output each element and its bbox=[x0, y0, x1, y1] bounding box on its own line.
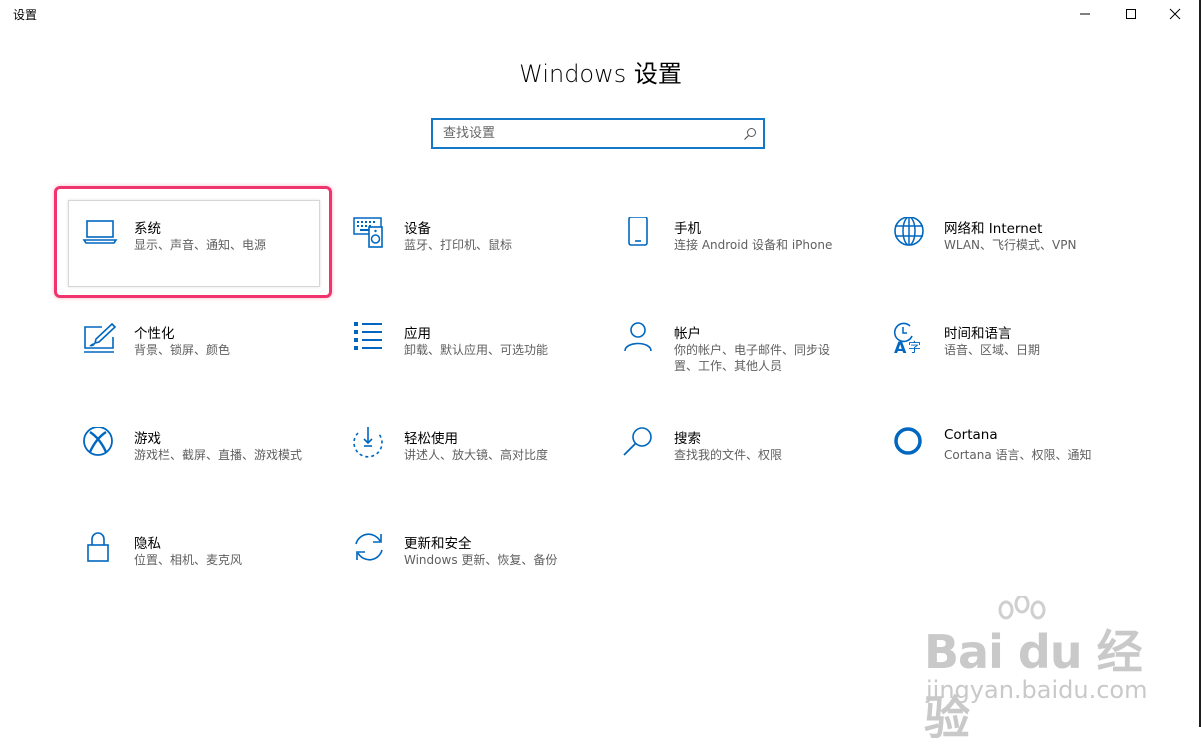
search-icon[interactable] bbox=[743, 126, 757, 145]
tile-description: 连接 Android 设备和 iPhone bbox=[674, 238, 833, 252]
tile-title: 应用 bbox=[404, 326, 431, 342]
tile-cortana[interactable]: Cortana Cortana 语言、权限、通知 bbox=[892, 427, 1142, 517]
tile-title: 手机 bbox=[674, 221, 701, 237]
tile-phone[interactable]: 手机 连接 Android 设备和 iPhone bbox=[622, 217, 872, 307]
svg-text:字: 字 bbox=[908, 341, 921, 356]
close-button[interactable] bbox=[1152, 0, 1198, 28]
minimize-button[interactable] bbox=[1062, 0, 1108, 28]
tile-description: 你的帐户、电子邮件、同步设置、工作、其他人员 bbox=[674, 343, 831, 373]
tile-personalization[interactable]: 个性化 背景、锁屏、颜色 bbox=[82, 322, 332, 412]
minimize-icon bbox=[1080, 13, 1090, 15]
tile-ease-of-access[interactable]: 轻松使用 讲述人、放大镜、高对比度 bbox=[352, 427, 602, 517]
tile-title: 搜索 bbox=[674, 431, 701, 447]
tile-description: 语音、区域、日期 bbox=[944, 343, 1041, 357]
tile-title: 轻松使用 bbox=[404, 431, 458, 447]
tile-description: 蓝牙、打印机、鼠标 bbox=[404, 238, 513, 252]
tile-description: Windows 更新、恢复、备份 bbox=[404, 553, 558, 567]
tile-description: Cortana 语言、权限、通知 bbox=[944, 448, 1092, 462]
lock-icon bbox=[82, 532, 122, 572]
tile-title: 系统 bbox=[134, 221, 161, 237]
tile-update-security[interactable]: 更新和安全 Windows 更新、恢复、备份 bbox=[352, 532, 602, 622]
tile-network[interactable]: 网络和 Internet WLAN、飞行模式、VPN bbox=[892, 217, 1142, 307]
search-box[interactable] bbox=[431, 118, 765, 149]
tile-time-language[interactable]: A字 时间和语言 语音、区域、日期 bbox=[892, 322, 1142, 412]
watermark-url: jingyan.baidu.com bbox=[926, 676, 1148, 704]
maximize-icon bbox=[1126, 9, 1136, 19]
cortana-icon bbox=[892, 427, 932, 467]
tile-title: 帐户 bbox=[674, 326, 701, 342]
sync-icon bbox=[352, 532, 392, 572]
ease-of-access-icon bbox=[352, 427, 392, 467]
tile-description: 位置、相机、麦克风 bbox=[134, 553, 243, 567]
tile-description: 讲述人、放大镜、高对比度 bbox=[404, 448, 549, 462]
apps-list-icon bbox=[352, 322, 392, 362]
maximize-button[interactable] bbox=[1108, 0, 1154, 28]
tile-description: 显示、声音、通知、电源 bbox=[134, 238, 267, 252]
window-title: 设置 bbox=[13, 8, 38, 22]
person-icon bbox=[622, 322, 662, 362]
time-language-icon: A字 bbox=[892, 322, 932, 362]
tile-title: 游戏 bbox=[134, 431, 161, 447]
xbox-icon bbox=[82, 427, 122, 467]
tile-description: 查找我的文件、权限 bbox=[674, 448, 783, 462]
tile-description: 背景、锁屏、颜色 bbox=[134, 343, 231, 357]
tile-title: 设备 bbox=[404, 221, 431, 237]
tile-devices[interactable]: 设备 蓝牙、打印机、鼠标 bbox=[352, 217, 602, 307]
tile-gaming[interactable]: 游戏 游戏栏、截屏、直播、游戏模式 bbox=[82, 427, 332, 517]
tile-apps[interactable]: 应用 卸载、默认应用、可选功能 bbox=[352, 322, 602, 412]
tile-privacy[interactable]: 隐私 位置、相机、麦克风 bbox=[82, 532, 332, 622]
tile-title: 网络和 Internet bbox=[944, 221, 1043, 237]
page-title: Windows 设置 bbox=[519, 60, 682, 88]
tile-description: 卸载、默认应用、可选功能 bbox=[404, 343, 549, 357]
magnifier-icon bbox=[622, 427, 662, 467]
close-icon bbox=[1169, 8, 1181, 20]
tile-title: 时间和语言 bbox=[944, 326, 1012, 342]
keyboard-speaker-icon bbox=[352, 217, 392, 257]
svg-text:A: A bbox=[894, 338, 907, 357]
search-input[interactable] bbox=[443, 124, 733, 143]
tile-description: 游戏栏、截屏、直播、游戏模式 bbox=[134, 448, 303, 462]
laptop-icon bbox=[82, 217, 122, 257]
tile-accounts[interactable]: 帐户 你的帐户、电子邮件、同步设置、工作、其他人员 bbox=[622, 322, 872, 412]
tile-description: WLAN、飞行模式、VPN bbox=[944, 238, 1077, 252]
tile-system[interactable]: 系统 显示、声音、通知、电源 bbox=[82, 217, 332, 307]
tile-search[interactable]: 搜索 查找我的文件、权限 bbox=[622, 427, 872, 517]
tile-title: 隐私 bbox=[134, 536, 161, 552]
phone-icon bbox=[622, 217, 662, 257]
globe-icon bbox=[892, 217, 932, 257]
tile-title: 更新和安全 bbox=[404, 536, 472, 552]
tile-title: Cortana bbox=[944, 427, 998, 443]
title-bar: 设置 bbox=[0, 0, 1201, 30]
tile-title: 个性化 bbox=[134, 326, 175, 342]
paint-icon bbox=[82, 322, 122, 362]
baidu-watermark: Bai du 经验 jingyan.baidu.com bbox=[914, 596, 1148, 745]
